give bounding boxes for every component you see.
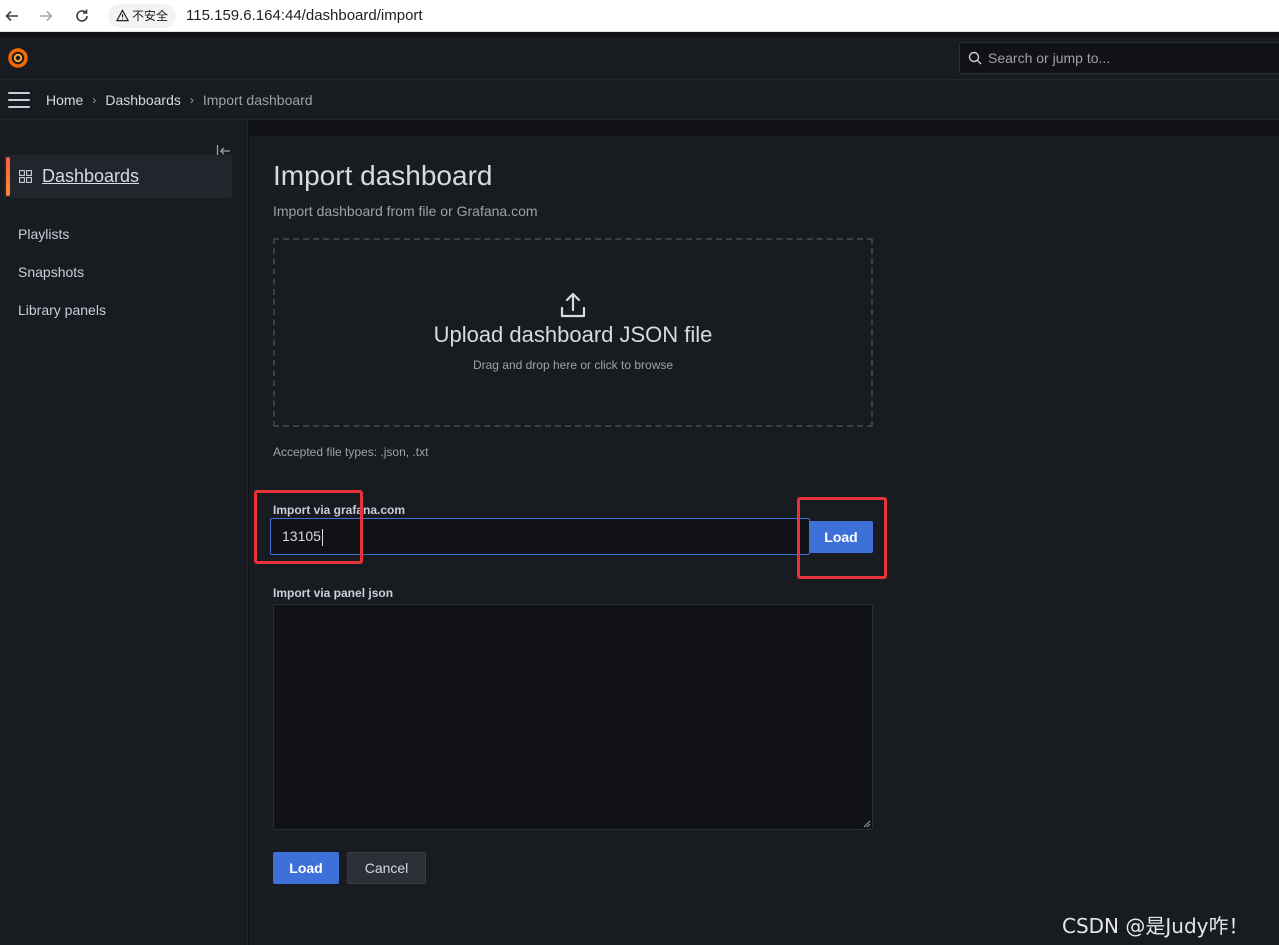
sidebar-item-snapshots[interactable]: Snapshots (18, 264, 84, 280)
sidebar-item-library-panels[interactable]: Library panels (18, 302, 106, 318)
upload-hint: Drag and drop here or click to browse (472, 358, 674, 372)
forward-icon[interactable] (34, 4, 58, 28)
grafana-logo-icon[interactable] (6, 46, 30, 70)
resize-handle-icon[interactable] (863, 820, 871, 828)
page-title: Import dashboard (273, 160, 493, 191)
accepted-file-types: Accepted file types: .json, .txt (273, 445, 429, 459)
search-icon (968, 51, 982, 65)
chevron-right-icon: › (189, 92, 194, 107)
panel-json-textarea[interactable] (273, 604, 873, 830)
top-navbar: Search or jump to... (0, 38, 1279, 80)
warning-icon (116, 9, 129, 22)
sidebar-item-dashboards[interactable]: Dashboards (4, 155, 232, 198)
security-label: 不安全 (132, 9, 169, 23)
security-indicator[interactable]: 不安全 (108, 3, 177, 28)
watermark: CSDN @是Judy咋！ (1062, 914, 1249, 938)
search-placeholder: Search or jump to... (988, 50, 1111, 66)
breadcrumb-import-dashboard: Import dashboard (202, 91, 313, 108)
upload-title: Upload dashboard JSON file (433, 322, 713, 347)
upload-dropzone[interactable]: Upload dashboard JSON file Drag and drop… (273, 238, 873, 427)
breadcrumb-dashboards[interactable]: Dashboards (105, 92, 181, 108)
breadcrumb-home[interactable]: Home (46, 92, 83, 108)
reload-icon[interactable] (70, 4, 94, 28)
search-input[interactable]: Search or jump to... (959, 42, 1279, 74)
back-icon[interactable] (0, 4, 24, 28)
active-indicator (6, 157, 10, 196)
page-subtitle: Import dashboard from file or Grafana.co… (273, 203, 538, 219)
breadcrumb: Home › Dashboards › Import dashboard (46, 92, 313, 108)
chevron-right-icon: › (92, 92, 97, 107)
load-button[interactable]: Load (273, 852, 339, 884)
main-content: Import dashboard Import dashboard from f… (249, 136, 1279, 945)
sidebar-item-label: Dashboards (42, 166, 140, 186)
browser-toolbar: 不安全 115.159.6.164:44/dashboard/import (0, 0, 1279, 32)
panel-json-label: Import via panel json (273, 586, 394, 600)
highlight-box-id (254, 490, 363, 564)
cancel-button[interactable]: Cancel (347, 852, 426, 884)
highlight-box-load (797, 497, 887, 579)
sidebar-item-playlists[interactable]: Playlists (18, 226, 69, 242)
address-bar[interactable]: 115.159.6.164:44/dashboard/import (186, 7, 423, 24)
menu-icon[interactable] (8, 91, 30, 108)
breadcrumb-bar: Home › Dashboards › Import dashboard (0, 80, 1279, 120)
sidebar: Dashboards Playlists Snapshots Library p… (0, 120, 248, 945)
apps-icon (19, 170, 32, 183)
upload-icon (560, 292, 586, 318)
